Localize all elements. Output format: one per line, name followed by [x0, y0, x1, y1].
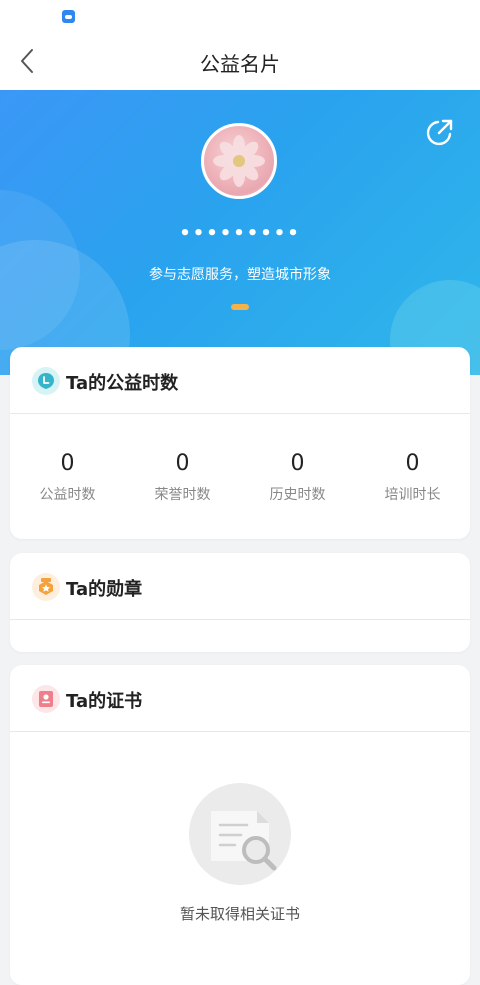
card-header: Ta的勋章	[10, 553, 470, 620]
stat-value: 0	[175, 451, 190, 476]
flower-image	[213, 135, 265, 187]
profile-slogan: 参与志愿服务，塑造城市形象	[149, 267, 331, 283]
stat-training-hours[interactable]: 0 培训时长	[355, 451, 470, 504]
card-title: Ta的证书	[66, 691, 143, 712]
avatar[interactable]	[201, 123, 277, 199]
stat-value: 0	[405, 451, 420, 476]
empty-state-illustration	[189, 783, 291, 885]
stat-label: 公益时数	[39, 487, 96, 503]
share-button[interactable]	[424, 116, 456, 148]
medals-card: Ta的勋章	[10, 553, 470, 652]
share-icon	[426, 119, 453, 146]
certificates-card: Ta的证书 暂未取得相关证书	[10, 665, 470, 985]
stat-history-hours[interactable]: 0 历史时数	[240, 451, 355, 504]
page-indicator	[231, 304, 249, 310]
profile-hero: ••••••••• 参与志愿服务，塑造城市形象	[0, 90, 480, 375]
card-title: Ta的勋章	[66, 579, 143, 600]
clock-icon	[32, 367, 60, 395]
stat-value: 0	[290, 451, 305, 476]
stat-label: 历史时数	[269, 487, 326, 503]
document-search-icon	[211, 811, 277, 871]
certificate-icon	[32, 685, 60, 713]
user-name: •••••••••	[179, 223, 301, 244]
page-title: 公益名片	[200, 52, 280, 76]
card-title: Ta的公益时数	[66, 373, 179, 394]
empty-state-text: 暂未取得相关证书	[179, 905, 300, 923]
app-notification-icon	[62, 10, 75, 23]
stat-honor-hours[interactable]: 0 荣誉时数	[125, 451, 240, 504]
stats-row: 0 公益时数 0 荣誉时数 0 历史时数 0 培训时长	[10, 451, 470, 504]
nav-bar: 公益名片	[0, 32, 480, 90]
stat-value: 0	[60, 451, 75, 476]
stat-service-hours[interactable]: 0 公益时数	[10, 451, 125, 504]
service-hours-card: Ta的公益时数 0 公益时数 0 荣誉时数 0 历史时数 0 培训时长	[10, 347, 470, 539]
card-header: Ta的公益时数	[10, 347, 470, 414]
stat-label: 荣誉时数	[154, 487, 211, 503]
medal-icon	[32, 573, 60, 601]
card-header: Ta的证书	[10, 665, 470, 732]
status-bar	[0, 0, 480, 32]
stat-label: 培训时长	[384, 487, 441, 503]
